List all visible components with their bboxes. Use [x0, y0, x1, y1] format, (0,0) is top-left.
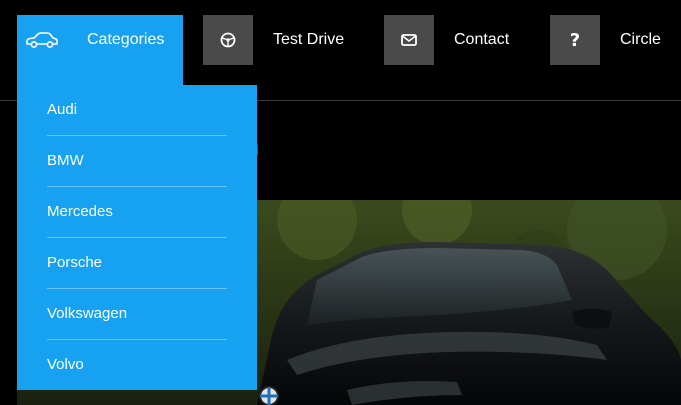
dropdown-item-volvo[interactable]: Volvo — [47, 340, 227, 390]
nav-label-test-drive: Test Drive — [273, 31, 345, 48]
dropdown-item-porsche[interactable]: Porsche — [47, 238, 227, 289]
categories-dropdown: Audi BMW Mercedes Porsche Volkswagen Volvo — [17, 85, 257, 390]
steering-wheel-icon — [203, 15, 253, 65]
nav-label-contact: Contact — [454, 31, 510, 48]
dropdown-item-audi[interactable]: Audi — [47, 85, 227, 136]
categories-list: Audi BMW Mercedes Porsche Volkswagen Volvo — [17, 85, 257, 390]
nav-label-circle: Circle — [620, 31, 661, 48]
page: Categories Test Drive Contact ? Circle A… — [0, 0, 681, 405]
dropdown-item-volkswagen[interactable]: Volkswagen — [47, 289, 227, 340]
dropdown-item-bmw[interactable]: BMW — [47, 136, 227, 187]
nav-item-categories[interactable]: Categories — [17, 15, 183, 85]
nav-item-circle[interactable]: ? Circle — [550, 15, 661, 65]
envelope-icon — [384, 15, 434, 65]
question-icon: ? — [550, 15, 600, 65]
nav-label-categories: Categories — [87, 31, 165, 48]
nav-item-test-drive[interactable]: Test Drive — [203, 15, 344, 65]
car-icon — [17, 15, 67, 65]
question-glyph: ? — [569, 29, 581, 51]
nav-item-contact[interactable]: Contact — [384, 15, 509, 65]
dropdown-item-mercedes[interactable]: Mercedes — [47, 187, 227, 238]
